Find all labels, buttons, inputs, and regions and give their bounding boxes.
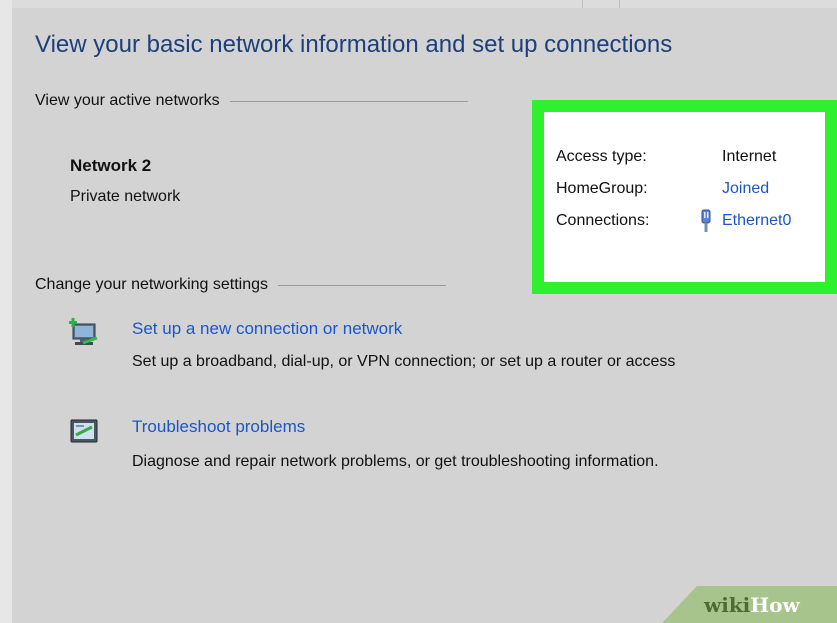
section-divider: [229, 100, 468, 102]
homegroup-link[interactable]: Joined: [722, 180, 769, 198]
troubleshoot-link[interactable]: Troubleshoot problems: [132, 417, 305, 437]
networking-settings-heading: Change your networking settings: [35, 276, 447, 294]
connections-label: Connections:: [556, 212, 650, 229]
wikihow-logo: wikiHow: [704, 593, 800, 617]
networking-settings-heading-text: Change your networking settings: [35, 276, 269, 293]
network-sharing-center-panel: View your basic network information and …: [12, 8, 837, 623]
network-type: Private network: [70, 188, 181, 205]
access-type-label: Access type:: [556, 148, 647, 165]
wikihow-logo-part2: How: [750, 593, 800, 617]
troubleshoot-description: Diagnose and repair network problems, or…: [132, 453, 659, 470]
active-networks-heading: View your active networks: [35, 92, 468, 110]
ethernet-connection-link[interactable]: Ethernet0: [722, 212, 791, 230]
setup-connection-description: Set up a broadband, dial-up, or VPN conn…: [132, 353, 676, 370]
homegroup-label: HomeGroup:: [556, 180, 648, 197]
network-details-highlight: Access type: Internet HomeGroup: Joined …: [532, 100, 837, 294]
network-details-box: Access type: Internet HomeGroup: Joined …: [544, 112, 825, 282]
active-networks-heading-text: View your active networks: [35, 92, 220, 109]
window-left-edge: [0, 0, 12, 623]
network-name: Network 2: [70, 156, 152, 175]
setup-connection-link[interactable]: Set up a new connection or network: [132, 319, 402, 339]
ethernet-icon[interactable]: [696, 209, 716, 233]
access-type-value: Internet: [722, 148, 777, 165]
top-divider: [582, 0, 620, 8]
new-connection-icon: [69, 318, 98, 345]
section-divider: [278, 284, 447, 286]
page-title: View your basic network information and …: [35, 31, 673, 58]
window-top-edge: [12, 0, 837, 8]
wikihow-logo-part1: wiki: [704, 593, 751, 617]
troubleshoot-icon: [70, 419, 98, 443]
